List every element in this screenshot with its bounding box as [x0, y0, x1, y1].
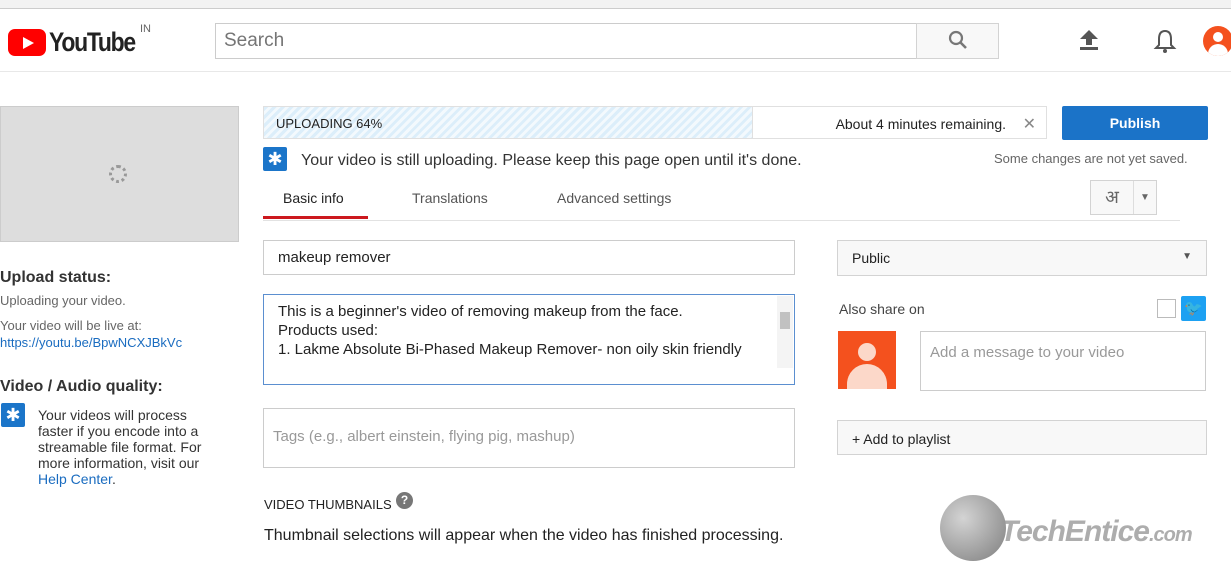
- tab-basic-info[interactable]: Basic info: [283, 190, 344, 206]
- youtube-play-icon: [8, 29, 46, 56]
- etechentice-watermark: TechEntice.com: [940, 495, 1230, 565]
- active-tab-indicator: [263, 216, 368, 219]
- youtube-logo[interactable]: YouTube IN: [8, 23, 151, 58]
- quality-body: Your videos will process faster if you e…: [38, 407, 202, 471]
- upload-notice: Your video is still uploading. Please ke…: [301, 152, 802, 169]
- upload-progress: UPLOADING 64% About 4 minutes remaining.…: [263, 106, 1047, 139]
- star-icon: ✱: [1, 403, 25, 427]
- search-icon: [948, 30, 967, 49]
- notifications-button[interactable]: [1153, 28, 1177, 59]
- upload-icon: [1080, 30, 1098, 50]
- privacy-value: Public: [852, 250, 891, 266]
- privacy-select[interactable]: Public ▼: [837, 240, 1207, 276]
- time-remaining: About 4 minutes remaining.: [835, 116, 1006, 132]
- language-label: अ: [1091, 181, 1134, 214]
- share-message-input[interactable]: Add a message to your video: [920, 331, 1206, 391]
- period: .: [111, 471, 116, 487]
- title-input[interactable]: makeup remover: [263, 240, 795, 275]
- video-url-link[interactable]: https://youtu.be/BpwNCXJBkVc: [0, 335, 182, 350]
- twitter-share-checkbox[interactable]: [1157, 299, 1176, 318]
- upload-status-title: Upload status:: [0, 269, 112, 286]
- live-at-label: Your video will be live at:: [0, 318, 142, 333]
- publish-button[interactable]: Publish: [1062, 106, 1208, 140]
- description-scrollbar[interactable]: [777, 296, 793, 368]
- twitter-icon: 🐦: [1181, 296, 1206, 321]
- tab-advanced-settings[interactable]: Advanced settings: [557, 190, 671, 206]
- region-label: IN: [140, 23, 151, 35]
- language-button[interactable]: अ ▼: [1090, 180, 1157, 215]
- description-textarea[interactable]: This is a beginner's video of removing m…: [263, 294, 795, 385]
- upload-button[interactable]: [1077, 28, 1101, 57]
- star-icon: ✱: [263, 147, 287, 171]
- tags-placeholder: Tags (e.g., albert einstein, flying pig,…: [273, 428, 575, 445]
- also-share-label: Also share on: [839, 301, 925, 317]
- quality-title: Video / Audio quality:: [0, 378, 163, 395]
- tags-input[interactable]: Tags (e.g., albert einstein, flying pig,…: [263, 408, 795, 468]
- tabs-divider: [263, 220, 1180, 221]
- video-thumbnail-placeholder: [0, 106, 239, 242]
- bell-icon: [1153, 29, 1177, 53]
- add-to-playlist-button[interactable]: + Add to playlist: [837, 420, 1207, 455]
- upload-status-text: Uploading your video.: [0, 293, 126, 308]
- thumbnails-title: VIDEO THUMBNAILS: [264, 497, 392, 512]
- thumbnails-text: Thumbnail selections will appear when th…: [264, 527, 784, 544]
- quality-text: Your videos will process faster if you e…: [38, 407, 208, 487]
- tab-translations[interactable]: Translations: [412, 190, 488, 206]
- channel-avatar: [838, 331, 896, 389]
- logo-text: YouTube: [49, 27, 136, 57]
- message-placeholder: Add a message to your video: [930, 344, 1125, 361]
- help-center-link[interactable]: Help Center: [38, 471, 112, 487]
- upload-percent-label: UPLOADING 64%: [276, 116, 383, 131]
- avatar[interactable]: [1203, 26, 1231, 56]
- bookmarks-bar: [0, 0, 1231, 9]
- chevron-down-icon: ▼: [1140, 192, 1150, 203]
- cancel-upload-icon[interactable]: ✕: [1023, 114, 1036, 134]
- search-button[interactable]: [916, 23, 999, 59]
- loading-spinner-icon: [109, 165, 127, 183]
- chevron-down-icon: ▼: [1182, 251, 1192, 262]
- search-input[interactable]: [215, 23, 917, 59]
- unsaved-notice: Some changes are not yet saved.: [994, 151, 1188, 166]
- help-icon[interactable]: ?: [396, 492, 413, 509]
